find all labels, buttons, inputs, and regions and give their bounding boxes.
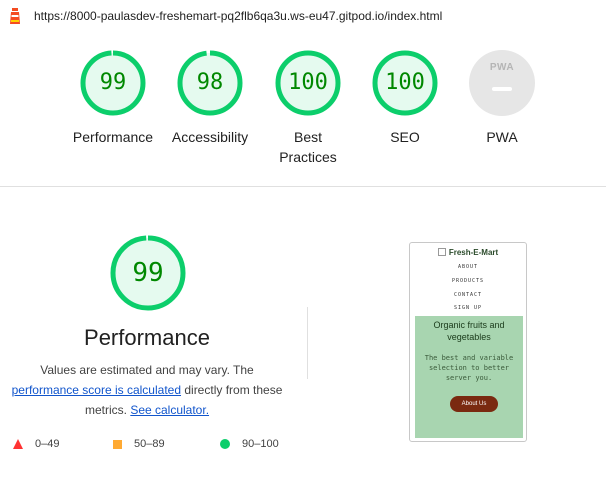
- gauge-label-line: Best: [293, 129, 322, 145]
- desc-line: performance score is calculated directly…: [0, 380, 294, 400]
- preview-hero-title: Organic fruits and vegetables: [433, 320, 505, 342]
- score-description: Values are estimated and may vary. The p…: [0, 360, 294, 420]
- square-icon: [113, 439, 122, 449]
- category-gauges: 99 Performance 98 Accessibility 100 Best…: [0, 32, 606, 186]
- gauge-label: Best Practices: [258, 127, 358, 167]
- gauge-score: 99: [99, 70, 127, 95]
- preview-nav-item: ABOUT: [457, 264, 479, 270]
- desc-text: metrics.: [84, 403, 127, 417]
- legend-fail: 0–49: [13, 438, 59, 450]
- preview-brand: Fresh-E-Mart: [410, 248, 526, 257]
- gauge-pwa[interactable]: PWA PWA: [452, 50, 552, 147]
- gauge-score: 100: [288, 70, 328, 95]
- preview-hero: Organic fruits and vegetables The best a…: [415, 316, 523, 438]
- legend-range: 0–49: [35, 438, 60, 450]
- score-ring: 100: [275, 50, 341, 116]
- preview-about-button: About Us: [450, 396, 498, 412]
- performance-score: 99: [132, 258, 164, 288]
- desc-line: metrics. See calculator.: [0, 400, 294, 420]
- lighthouse-icon: [10, 8, 20, 24]
- pwa-badge-icon: PWA: [469, 50, 535, 116]
- gauge-best-practices[interactable]: 100 Best Practices: [258, 50, 358, 167]
- pwa-badge-text: PWA: [489, 62, 515, 73]
- gauge-score: 98: [196, 70, 224, 95]
- score-calculation-link[interactable]: performance score is calculated: [12, 383, 181, 397]
- gauge-seo[interactable]: 100 SEO: [355, 50, 455, 147]
- legend-range: 90–100: [242, 438, 279, 450]
- gauge-label: Accessibility: [171, 129, 249, 145]
- calculator-link[interactable]: See calculator.: [130, 403, 209, 417]
- performance-score-gauge: 99: [110, 235, 186, 311]
- triangle-icon: [13, 439, 23, 449]
- performance-section: 99 Performance Values are estimated and …: [0, 187, 606, 486]
- preview-nav-item: PRODUCTS: [451, 278, 485, 284]
- gauge-performance[interactable]: 99 Performance: [63, 50, 163, 147]
- page-url[interactable]: https://8000-paulasdev-freshemart-pq2flb…: [34, 9, 442, 23]
- preview-hero-subtitle: The best and variable selection to bette…: [424, 354, 514, 382]
- dash-icon: [492, 87, 512, 91]
- preview-brand-text: Fresh-E-Mart: [448, 248, 499, 257]
- screenshot-thumbnail[interactable]: Fresh-E-Mart ABOUT PRODUCTS CONTACT SIGN…: [409, 242, 527, 442]
- preview-nav-item: CONTACT: [453, 292, 483, 298]
- circle-icon: [220, 439, 230, 449]
- score-ring: 100: [372, 50, 438, 116]
- logo-icon: [437, 248, 446, 256]
- vertical-divider: [307, 307, 308, 379]
- legend-average: 50–89: [113, 438, 165, 450]
- desc-text: directly from these: [181, 383, 283, 397]
- desc-line: Values are estimated and may vary. The: [40, 363, 254, 377]
- url-bar: https://8000-paulasdev-freshemart-pq2flb…: [0, 0, 606, 32]
- gauge-accessibility[interactable]: 98 Accessibility: [160, 50, 260, 147]
- legend-range: 50–89: [134, 438, 165, 450]
- gauge-label: SEO: [390, 129, 420, 145]
- legend-pass: 90–100: [220, 438, 279, 450]
- gauge-label: PWA: [486, 129, 518, 145]
- score-ring: 98: [177, 50, 243, 116]
- score-ring: 99: [80, 50, 146, 116]
- gauge-label-line: Practices: [279, 149, 337, 165]
- gauge-label: Performance: [72, 129, 154, 145]
- preview-nav-item: SIGN UP: [453, 305, 483, 311]
- section-title: Performance: [84, 325, 210, 350]
- gauge-score: 100: [385, 70, 425, 95]
